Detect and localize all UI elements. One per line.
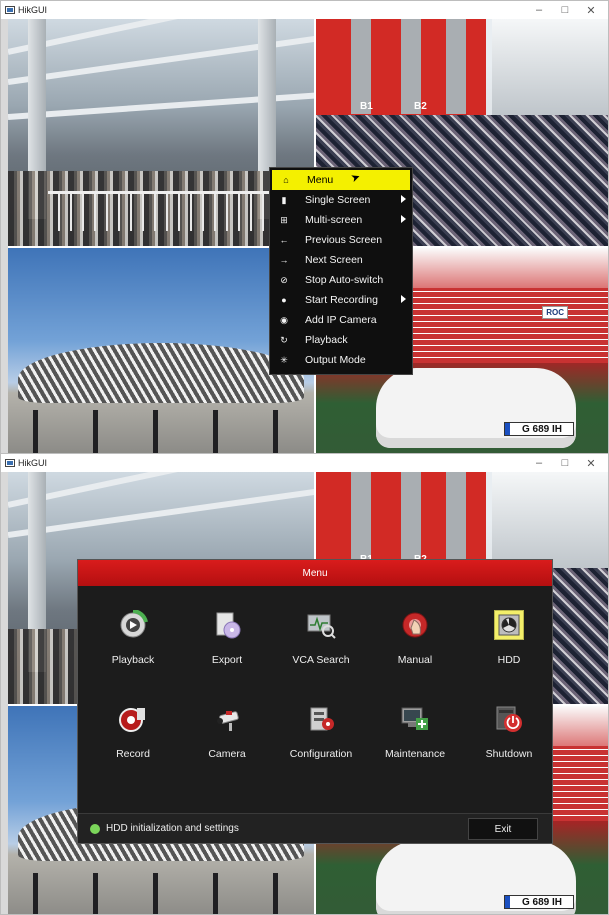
menu-tile-label: Playback: [111, 654, 155, 666]
status-text: HDD initialization and settings: [106, 823, 239, 834]
menu-tile-maintenance[interactable]: Maintenance: [368, 704, 462, 760]
license-plate: G 689 IH: [504, 422, 574, 436]
manual-icon: [400, 610, 430, 640]
menu-tile-label: Record: [116, 748, 150, 760]
stop-icon: ⊘: [280, 274, 288, 285]
context-menu-item-label: Add IP Camera: [305, 314, 377, 326]
export-icon: [212, 610, 242, 640]
record-icon: [118, 704, 148, 734]
submenu-arrow-icon: [401, 215, 406, 223]
status-indicator-icon: [90, 823, 100, 834]
menu-tile-label: Maintenance: [384, 748, 446, 760]
menu-tile-vca-search[interactable]: VCA Search: [274, 610, 368, 666]
context-menu-item-label: Previous Screen: [305, 234, 383, 246]
context-menu-item-menu[interactable]: ⌂ Menu: [272, 170, 410, 190]
context-menu-item-playback[interactable]: ↻ Playback: [270, 330, 412, 350]
multi-screen-icon: ⊞: [280, 214, 288, 225]
gate-label-b2: B2: [414, 101, 427, 112]
app-icon: [5, 6, 15, 14]
context-menu-item-label: Output Mode: [305, 354, 366, 366]
menu-tile-label: Export: [211, 654, 243, 666]
arrow-left-icon: ←: [279, 235, 289, 245]
single-screen-icon: ▮: [281, 194, 287, 205]
dialog-footer: HDD initialization and settings Exit: [78, 813, 552, 843]
main-menu-dialog: Menu Playback Export VCA Search Manual HDD Re…: [77, 559, 553, 844]
home-icon: ⌂: [283, 175, 289, 185]
context-menu-item-previous-screen[interactable]: ← Previous Screen: [270, 230, 412, 250]
window-title: HikGUI: [18, 458, 47, 468]
car: G 689 IH: [376, 841, 576, 914]
window-title: HikGUI: [18, 5, 47, 15]
menu-tile-label: Camera: [208, 748, 246, 760]
maximize-button[interactable]: □: [552, 4, 578, 16]
minimize-button[interactable]: –: [526, 4, 552, 16]
context-menu-item-label: Start Recording: [305, 294, 378, 306]
license-plate: G 689 IH: [504, 895, 574, 909]
menu-tile-export[interactable]: Export: [180, 610, 274, 666]
gate-label-b1: B1: [360, 101, 373, 112]
shutdown-icon: [494, 704, 524, 734]
roc-sign: ROC: [542, 306, 568, 319]
menu-tile-label: VCA Search: [292, 654, 350, 666]
menu-tile-configuration[interactable]: Configuration: [274, 704, 368, 760]
car: G 689 IH: [376, 368, 576, 448]
menu-tile-camera[interactable]: Camera: [180, 704, 274, 760]
record-icon: ●: [281, 295, 287, 305]
context-menu-item-label: Menu: [307, 174, 334, 186]
menu-tile-shutdown[interactable]: Shutdown: [462, 704, 556, 760]
camera-icon: [212, 704, 242, 734]
maximize-button[interactable]: □: [552, 457, 578, 469]
hikgui-window-menu: HikGUI – □ ✕ B1 B2: [0, 453, 609, 915]
context-menu-item-start-recording[interactable]: ● Start Recording: [270, 290, 412, 310]
minimize-button[interactable]: –: [526, 457, 552, 469]
context-menu-item-label: Playback: [305, 334, 348, 346]
menu-tile-record[interactable]: Record: [86, 704, 180, 760]
close-button[interactable]: ✕: [578, 4, 604, 17]
context-menu: ⌂ Menu ▮ Single Screen ⊞ Multi-screen ← Previou…: [269, 167, 413, 375]
context-menu-item-stop-auto-switch[interactable]: ⊘ Stop Auto-switch: [270, 270, 412, 290]
menu-tile-hdd[interactable]: HDD: [462, 610, 556, 666]
menu-tile-label: Manual: [397, 654, 433, 666]
context-menu-item-multi-screen[interactable]: ⊞ Multi-screen: [270, 210, 412, 230]
camera-icon: ◉: [280, 314, 288, 325]
submenu-arrow-icon: [401, 295, 406, 303]
submenu-arrow-icon: [401, 195, 406, 203]
output-mode-icon: ✳: [280, 354, 288, 365]
menu-tile-playback[interactable]: Playback: [86, 610, 180, 666]
menu-tile-manual[interactable]: Manual: [368, 610, 462, 666]
menu-tile-label: Shutdown: [485, 748, 533, 760]
close-button[interactable]: ✕: [578, 457, 604, 470]
hikgui-window-liveview: HikGUI – □ ✕ B1 B2 ROC G 689 IH ⌂ Menu ▮…: [0, 0, 609, 457]
maintenance-icon: [400, 704, 430, 734]
context-menu-item-label: Multi-screen: [305, 214, 363, 226]
menu-tile-label: Configuration: [289, 748, 353, 760]
context-menu-item-label: Stop Auto-switch: [305, 274, 384, 286]
context-menu-item-output-mode[interactable]: ✳ Output Mode: [270, 350, 412, 370]
title-bar: HikGUI – □ ✕: [1, 454, 608, 472]
arrow-right-icon: →: [279, 255, 289, 265]
app-icon: [5, 459, 15, 467]
context-menu-item-label: Next Screen: [305, 254, 363, 266]
hdd-icon: [494, 610, 524, 640]
playback-icon: ↻: [280, 334, 288, 345]
configuration-icon: [306, 704, 336, 734]
context-menu-item-label: Single Screen: [305, 194, 371, 206]
menu-tiles: Playback Export VCA Search Manual HDD Record C…: [86, 610, 556, 760]
exit-button[interactable]: Exit: [468, 818, 538, 840]
context-menu-item-next-screen[interactable]: → Next Screen: [270, 250, 412, 270]
menu-tile-label: HDD: [497, 654, 521, 666]
title-bar: HikGUI – □ ✕: [1, 1, 608, 19]
dialog-title: Menu: [78, 560, 552, 586]
playback-icon: [118, 610, 148, 640]
vca-search-icon: [306, 610, 336, 640]
context-menu-item-add-ip-camera[interactable]: ◉ Add IP Camera: [270, 310, 412, 330]
context-menu-item-single-screen[interactable]: ▮ Single Screen: [270, 190, 412, 210]
